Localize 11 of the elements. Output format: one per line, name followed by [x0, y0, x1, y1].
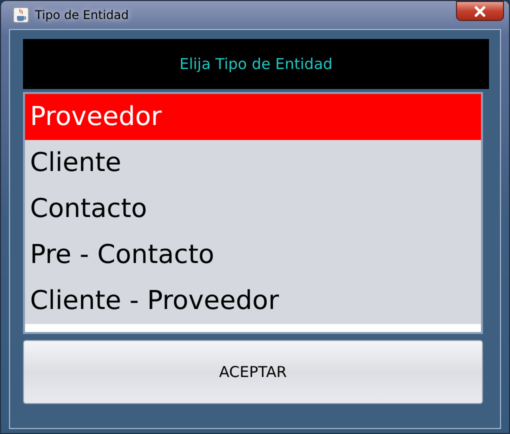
close-icon: [474, 6, 486, 16]
window-title: Tipo de Entidad: [35, 8, 130, 22]
list-item[interactable]: Pre - Contacto: [25, 232, 481, 278]
list-item[interactable]: Proveedor: [25, 94, 481, 140]
dialog-header: Elija Tipo de Entidad: [23, 39, 489, 89]
list-item[interactable]: Cliente - Proveedor: [25, 278, 481, 324]
list-item[interactable]: Cliente: [25, 140, 481, 186]
close-button[interactable]: [456, 1, 504, 21]
list-item[interactable]: Contacto: [25, 186, 481, 232]
accept-button[interactable]: ACEPTAR: [23, 340, 483, 404]
coffee-cup-icon: [13, 7, 29, 23]
